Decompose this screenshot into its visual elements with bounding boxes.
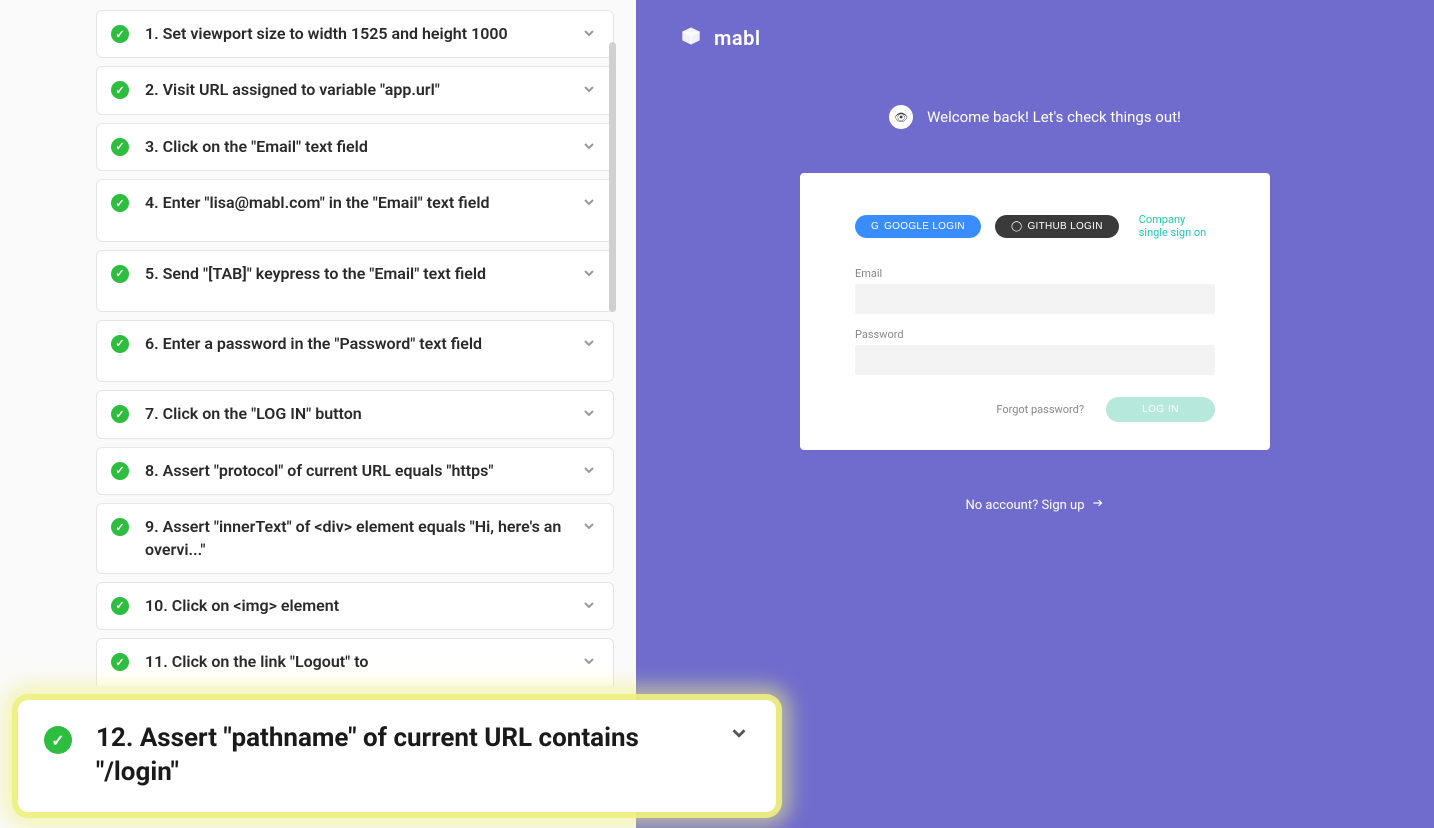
google-login-label: GOOGLE LOGIN bbox=[884, 221, 965, 232]
brand-text: mabl bbox=[714, 26, 761, 50]
forgot-password-link[interactable]: Forgot password? bbox=[996, 403, 1084, 416]
test-step[interactable]: 4. Enter "lisa@mabl.com" in the "Email" … bbox=[96, 179, 614, 241]
check-icon bbox=[111, 194, 129, 212]
chevron-down-icon[interactable] bbox=[581, 462, 599, 482]
app-topbar: mabl bbox=[636, 0, 1434, 75]
email-input[interactable] bbox=[855, 284, 1215, 314]
github-login-label: GITHUB LOGIN bbox=[1027, 221, 1102, 232]
chevron-down-icon[interactable] bbox=[581, 518, 599, 538]
chevron-down-icon[interactable] bbox=[581, 194, 599, 214]
highlighted-test-step[interactable]: 12. Assert "pathname" of current URL con… bbox=[18, 700, 776, 812]
login-card: G GOOGLE LOGIN ◯ GITHUB LOGIN Company si… bbox=[800, 173, 1270, 450]
step-label: 1. Set viewport size to width 1525 and h… bbox=[145, 23, 581, 45]
chevron-down-icon[interactable] bbox=[581, 81, 599, 101]
chevron-down-icon[interactable] bbox=[581, 653, 599, 673]
github-login-button[interactable]: ◯ GITHUB LOGIN bbox=[995, 215, 1119, 238]
test-step[interactable]: 11. Click on the link "Logout" to bbox=[96, 638, 614, 685]
test-step[interactable]: 5. Send "[TAB]" keypress to the "Email" … bbox=[96, 250, 614, 312]
login-actions: Forgot password? LOG IN bbox=[855, 397, 1215, 422]
welcome-text: Welcome back! Let's check things out! bbox=[927, 108, 1181, 126]
sso-link[interactable]: Company single sign on bbox=[1139, 213, 1215, 239]
password-field-group: Password bbox=[855, 328, 1215, 375]
step-label: 4. Enter "lisa@mabl.com" in the "Email" … bbox=[145, 192, 581, 214]
scrollbar[interactable] bbox=[609, 42, 616, 312]
chevron-down-icon[interactable] bbox=[581, 405, 599, 425]
test-step[interactable]: 8. Assert "protocol" of current URL equa… bbox=[96, 447, 614, 495]
check-icon bbox=[111, 405, 129, 423]
check-icon bbox=[111, 25, 129, 43]
test-step[interactable]: 7. Click on the "LOG IN" button bbox=[96, 390, 614, 438]
welcome-row: Welcome back! Let's check things out! bbox=[636, 75, 1434, 173]
email-field-group: Email bbox=[855, 267, 1215, 314]
mabl-logo-icon bbox=[678, 23, 704, 53]
check-icon bbox=[111, 462, 129, 480]
signup-text: No account? Sign up bbox=[965, 498, 1084, 513]
google-icon: G bbox=[871, 221, 879, 232]
test-step[interactable]: 3. Click on the "Email" text field bbox=[96, 123, 614, 171]
step-label: 2. Visit URL assigned to variable "app.u… bbox=[145, 79, 581, 101]
step-label: 10. Click on <img> element bbox=[145, 595, 581, 617]
check-icon bbox=[44, 726, 72, 754]
social-login-row: G GOOGLE LOGIN ◯ GITHUB LOGIN Company si… bbox=[855, 213, 1215, 239]
github-icon: ◯ bbox=[1011, 221, 1023, 232]
check-icon bbox=[111, 335, 129, 353]
step-label: 7. Click on the "LOG IN" button bbox=[145, 403, 581, 425]
password-label: Password bbox=[855, 328, 1215, 341]
check-icon bbox=[111, 518, 129, 536]
check-icon bbox=[111, 138, 129, 156]
test-step[interactable]: 1. Set viewport size to width 1525 and h… bbox=[96, 10, 614, 58]
step-label: 8. Assert "protocol" of current URL equa… bbox=[145, 460, 581, 482]
step-label: 3. Click on the "Email" text field bbox=[145, 136, 581, 158]
check-icon bbox=[111, 81, 129, 99]
check-icon bbox=[111, 265, 129, 283]
chevron-down-icon[interactable] bbox=[728, 722, 750, 750]
test-steps-panel: 1. Set viewport size to width 1525 and h… bbox=[0, 0, 636, 828]
test-step[interactable]: 10. Click on <img> element bbox=[96, 582, 614, 630]
signup-link[interactable]: No account? Sign up bbox=[636, 496, 1434, 514]
chevron-down-icon[interactable] bbox=[581, 265, 599, 285]
email-label: Email bbox=[855, 267, 1215, 280]
step-label: 6. Enter a password in the "Password" te… bbox=[145, 333, 581, 355]
step-label: 5. Send "[TAB]" keypress to the "Email" … bbox=[145, 263, 581, 285]
check-icon bbox=[111, 653, 129, 671]
chevron-down-icon[interactable] bbox=[581, 138, 599, 158]
chevron-down-icon[interactable] bbox=[581, 597, 599, 617]
step-label: 11. Click on the link "Logout" to bbox=[145, 651, 581, 673]
chevron-down-icon[interactable] bbox=[581, 25, 599, 45]
google-login-button[interactable]: G GOOGLE LOGIN bbox=[855, 215, 981, 238]
avatar-icon bbox=[889, 105, 913, 129]
steps-list: 1. Set viewport size to width 1525 and h… bbox=[0, 0, 636, 694]
chevron-down-icon[interactable] bbox=[581, 335, 599, 355]
test-step[interactable]: 9. Assert "innerText" of <div> element e… bbox=[96, 503, 614, 574]
password-input[interactable] bbox=[855, 345, 1215, 375]
step-label: 9. Assert "innerText" of <div> element e… bbox=[145, 516, 581, 561]
brand[interactable]: mabl bbox=[678, 23, 761, 53]
test-step[interactable]: 2. Visit URL assigned to variable "app.u… bbox=[96, 66, 614, 114]
step-label: 12. Assert "pathname" of current URL con… bbox=[96, 722, 728, 790]
arrow-right-icon bbox=[1091, 496, 1105, 514]
check-icon bbox=[111, 597, 129, 615]
test-step[interactable]: 6. Enter a password in the "Password" te… bbox=[96, 320, 614, 382]
login-button[interactable]: LOG IN bbox=[1106, 397, 1215, 422]
